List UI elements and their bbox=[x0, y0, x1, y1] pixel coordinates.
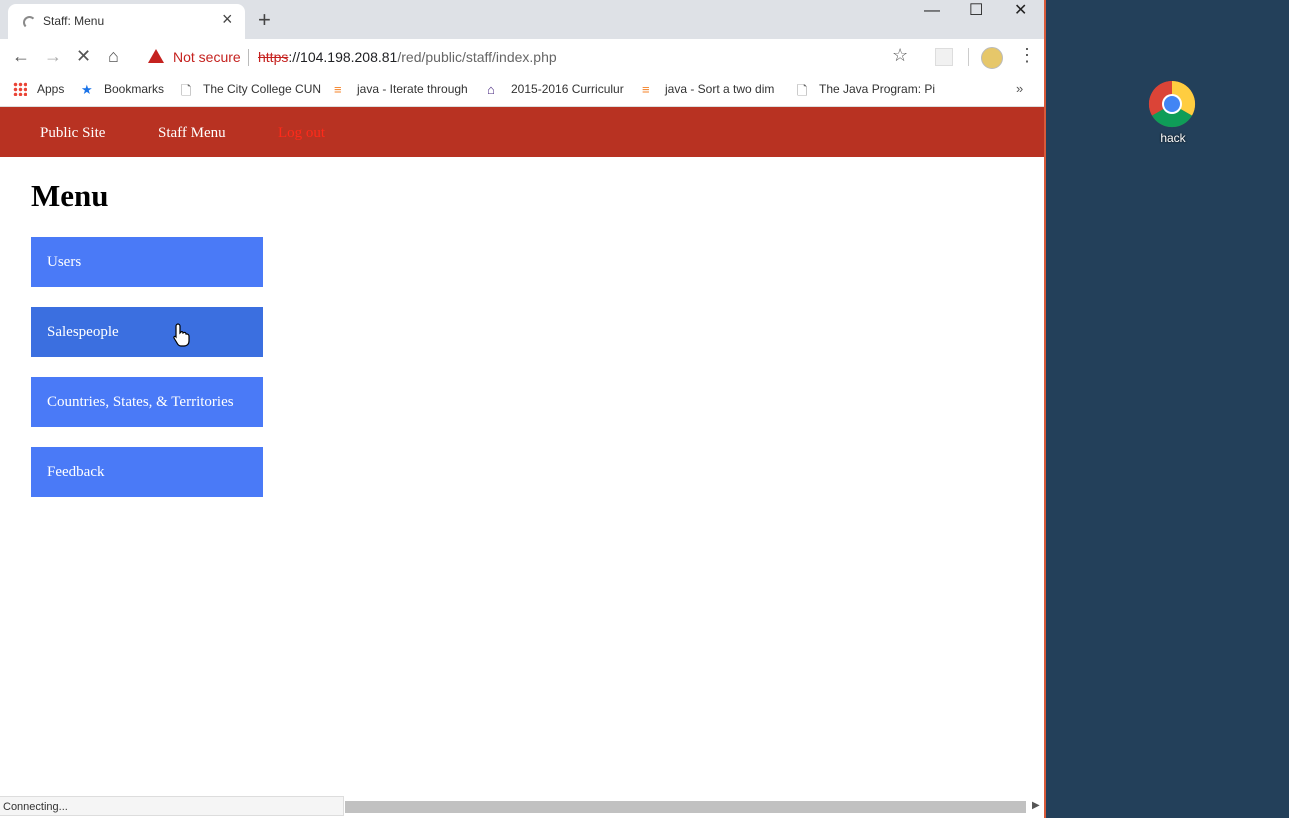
profile-avatar[interactable] bbox=[981, 47, 1003, 69]
bookmark-city-college[interactable]: The City College CUN bbox=[203, 82, 321, 96]
star-icon: ★ bbox=[81, 82, 93, 97]
site-navbar: Public Site Staff Menu Log out bbox=[0, 107, 1044, 157]
toolbar: ← → ✕ ⌂ Not secure https://104.198.208.8… bbox=[0, 39, 1044, 75]
stackoverflow-icon: ≡ bbox=[334, 82, 342, 97]
hand-cursor-icon bbox=[173, 323, 190, 347]
maximize-button[interactable]: ☐ bbox=[969, 2, 983, 20]
tab-strip: Staff: Menu × + — ☐ ✕ bbox=[0, 0, 1044, 39]
close-window-button[interactable]: ✕ bbox=[1014, 2, 1027, 20]
castle-icon: ⌂ bbox=[487, 82, 495, 97]
chrome-icon[interactable] bbox=[1148, 80, 1196, 128]
home-button[interactable]: ⌂ bbox=[108, 45, 119, 67]
minimize-button[interactable]: — bbox=[924, 2, 940, 20]
bookmark-star-icon[interactable]: ☆ bbox=[892, 45, 908, 66]
horizontal-scrollbar[interactable] bbox=[345, 801, 1026, 813]
bookmarks-bar: Apps ★ Bookmarks 🗋 The City College CUN … bbox=[0, 75, 1044, 107]
menu-item-countries[interactable]: Countries, States, & Territories bbox=[31, 377, 263, 427]
desktop-icon-label[interactable]: hack bbox=[1149, 131, 1197, 145]
status-bar: Connecting... bbox=[0, 796, 344, 816]
security-indicator[interactable]: Not secure bbox=[173, 49, 241, 65]
page-icon: 🗋 bbox=[181, 83, 192, 98]
bookmark-curriculum[interactable]: 2015-2016 Curriculur bbox=[511, 82, 624, 96]
address-bar[interactable]: https://104.198.208.81/red/public/staff/… bbox=[258, 49, 557, 65]
tab-staff-menu[interactable]: Staff: Menu × bbox=[8, 4, 245, 39]
page-icon: 🗋 bbox=[797, 83, 808, 98]
toolbar-divider bbox=[968, 48, 969, 66]
back-button[interactable]: ← bbox=[12, 45, 30, 67]
bookmark-java-sort[interactable]: java - Sort a two dim bbox=[665, 82, 774, 96]
forward-button[interactable]: → bbox=[44, 45, 62, 67]
bookmark-java-program[interactable]: The Java Program: Pi bbox=[819, 82, 935, 96]
warning-icon[interactable] bbox=[148, 49, 164, 63]
nav-log-out[interactable]: Log out bbox=[278, 125, 325, 142]
stop-loading-button[interactable]: ✕ bbox=[76, 45, 91, 67]
omnibox-divider bbox=[248, 49, 249, 66]
extension-icon[interactable] bbox=[935, 48, 953, 66]
menu-item-users[interactable]: Users bbox=[31, 237, 263, 287]
page-title: Menu bbox=[31, 178, 109, 213]
nav-public-site[interactable]: Public Site bbox=[40, 125, 105, 142]
loading-spinner-icon bbox=[23, 16, 36, 29]
url-host: ://104.198.208.81 bbox=[288, 49, 398, 65]
new-tab-button[interactable]: + bbox=[258, 7, 271, 33]
bookmarks-overflow-icon[interactable]: » bbox=[1016, 81, 1023, 96]
bookmark-bookmarks[interactable]: Bookmarks bbox=[104, 82, 164, 96]
bookmark-java-iterate[interactable]: java - Iterate through bbox=[357, 82, 468, 96]
bookmark-apps[interactable]: Apps bbox=[37, 82, 64, 96]
url-path: /red/public/staff/index.php bbox=[397, 49, 557, 65]
menu-item-feedback[interactable]: Feedback bbox=[31, 447, 263, 497]
tab-close-icon[interactable]: × bbox=[222, 10, 233, 28]
browser-window: Staff: Menu × + — ☐ ✕ ← → ✕ ⌂ Not secure… bbox=[0, 0, 1046, 818]
menu-item-salespeople[interactable]: Salespeople bbox=[31, 307, 263, 357]
url-scheme: https bbox=[258, 49, 289, 65]
scroll-right-icon[interactable]: ▶ bbox=[1032, 800, 1040, 811]
apps-grid-icon[interactable] bbox=[13, 82, 27, 96]
stackoverflow-icon: ≡ bbox=[642, 82, 650, 97]
tab-title: Staff: Menu bbox=[43, 14, 105, 28]
nav-staff-menu[interactable]: Staff Menu bbox=[158, 125, 226, 142]
menu-kebab-icon[interactable]: ⋮ bbox=[1018, 45, 1036, 66]
